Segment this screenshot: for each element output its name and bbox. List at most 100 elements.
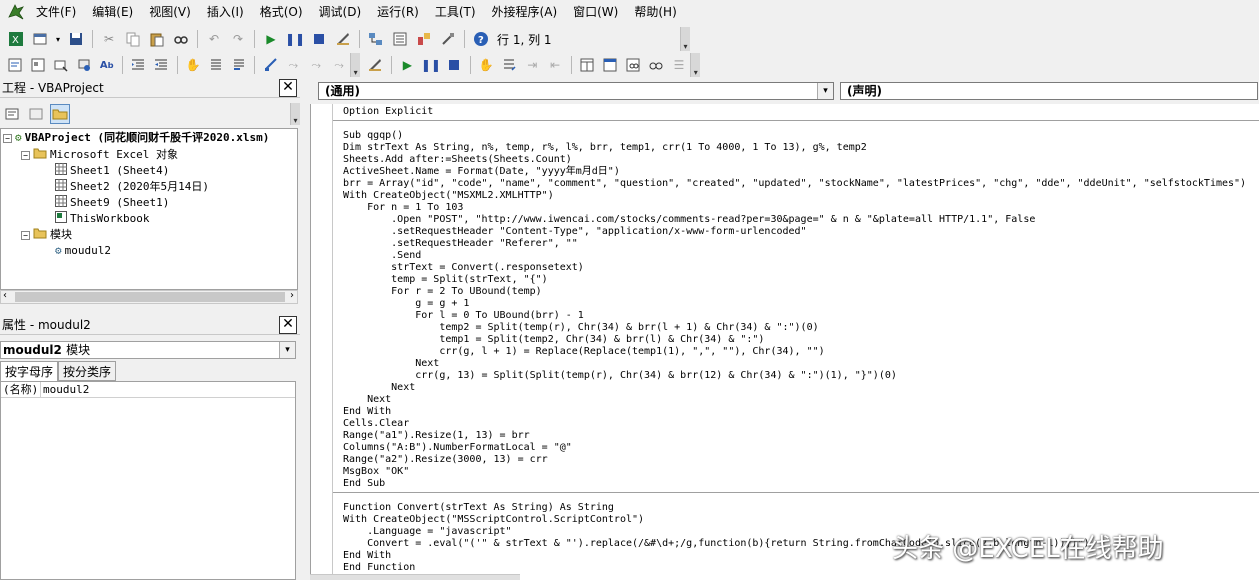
list-properties-icon[interactable] [6, 55, 25, 75]
menu-insert[interactable]: 插入(I) [199, 1, 252, 23]
tab-categorized[interactable]: 按分类序 [58, 361, 117, 381]
collapse-icon[interactable]: − [3, 133, 12, 143]
toggle-folders-icon[interactable] [50, 104, 70, 124]
menu-file[interactable]: 文件(F) [28, 1, 84, 23]
outdent-icon[interactable] [152, 55, 171, 75]
dropdown-arrow-icon[interactable]: ▾ [54, 29, 62, 49]
tree-row-excel-objects[interactable]: − Microsoft Excel 对象 [21, 147, 178, 163]
menu-debug[interactable]: 调试(D) [311, 1, 370, 23]
code-sub-qgqp[interactable]: Sub qgqp() Dim strText As String, n%, te… [343, 130, 1253, 490]
properties-object-select[interactable]: moudul2 模块 ▾ [0, 341, 296, 359]
next-bookmark-icon[interactable]: ⤳ [284, 55, 303, 75]
collapse-icon[interactable]: − [21, 230, 30, 240]
tree-row-module[interactable]: ⚙ moudul2 [55, 243, 111, 259]
object-browser-icon[interactable] [414, 29, 434, 49]
procedure-combo-value: (声明) [847, 84, 882, 98]
help-icon[interactable]: ? [471, 29, 491, 49]
debug-reset-icon[interactable] [445, 55, 464, 75]
design-mode-debug-icon[interactable] [366, 55, 385, 75]
menu-window[interactable]: 窗口(W) [565, 1, 626, 23]
project-close-icon[interactable]: ✕ [279, 79, 297, 97]
save-icon[interactable] [66, 29, 86, 49]
prop-value[interactable]: moudul2 [41, 382, 89, 397]
menu-run[interactable]: 运行(R) [369, 1, 427, 23]
procedure-combo[interactable]: (声明) [840, 82, 1258, 100]
indent-icon[interactable] [129, 55, 148, 75]
menu-format[interactable]: 格式(O) [252, 1, 311, 23]
design-mode-icon[interactable] [333, 29, 353, 49]
view-code-icon[interactable] [2, 104, 22, 124]
properties-window-icon[interactable] [390, 29, 410, 49]
reset-icon[interactable] [309, 29, 329, 49]
excel-view-icon[interactable]: X [6, 29, 26, 49]
prev-bookmark-icon[interactable]: ⤳ [307, 55, 326, 75]
view-object-icon[interactable] [26, 104, 46, 124]
watch-window-icon[interactable] [624, 55, 643, 75]
project-title-text: 工程 - VBAProject [2, 81, 104, 95]
menu-edit[interactable]: 编辑(E) [84, 1, 141, 23]
scroll-right-icon[interactable]: › [290, 290, 294, 301]
object-combo[interactable]: (通用) ▾ [318, 82, 834, 100]
toggle-bookmark-icon[interactable] [261, 55, 280, 75]
parameter-info-icon[interactable] [74, 55, 93, 75]
tree-row-sheet9[interactable]: Sheet9 (Sheet1) [55, 194, 169, 211]
insert-module-icon[interactable] [30, 29, 50, 49]
toggle-breakpoint-icon[interactable]: ✋ [184, 55, 203, 75]
find-icon[interactable] [171, 29, 191, 49]
redo-icon[interactable]: ↷ [228, 29, 248, 49]
module-icon: ⚙ [55, 244, 62, 257]
code-margin[interactable] [311, 104, 333, 580]
code-editor[interactable]: Option Explicit Sub qgqp() Dim strText A… [310, 104, 1259, 580]
debug-break-icon[interactable]: ❚❚ [421, 55, 441, 75]
chevron-down-icon[interactable]: ▾ [817, 83, 833, 99]
project-hscroll[interactable]: ‹ › [0, 290, 298, 304]
scroll-left-icon[interactable]: ‹ [3, 290, 7, 301]
code-declarations[interactable]: Option Explicit [343, 106, 1253, 118]
step-out-icon[interactable]: ⇤ [546, 55, 565, 75]
code-hscroll[interactable] [310, 574, 520, 580]
run-icon[interactable]: ▶ [261, 29, 281, 49]
chevron-down-icon[interactable]: ▾ [279, 342, 295, 358]
clear-bookmarks-icon[interactable]: ⤳ [330, 55, 349, 75]
copy-icon[interactable] [123, 29, 143, 49]
immediate-window-icon[interactable] [601, 55, 620, 75]
quick-watch-icon[interactable] [647, 55, 666, 75]
menu-view[interactable]: 视图(V) [141, 1, 199, 23]
tree-row-sheet2[interactable]: Sheet2 (2020年5月14日) [55, 178, 209, 195]
toolbox-icon[interactable] [438, 29, 458, 49]
workbook-icon [55, 210, 67, 228]
prop-row-name[interactable]: (名称) moudul2 [1, 382, 295, 398]
quick-info-icon[interactable] [52, 55, 71, 75]
properties-close-icon[interactable]: ✕ [279, 316, 297, 334]
menu-tools[interactable]: 工具(T) [427, 1, 484, 23]
project-explorer-icon[interactable] [366, 29, 386, 49]
scroll-thumb[interactable] [15, 292, 285, 302]
tree-row-root[interactable]: − ⚙ VBAProject (同花顺问财千股千评2020.xlsm) [3, 130, 269, 146]
break-icon[interactable]: ❚❚ [285, 29, 305, 49]
list-constants-icon[interactable] [29, 55, 48, 75]
debug-toolbar-grip-icon[interactable]: ▾ [690, 53, 701, 77]
step-into-icon[interactable] [500, 55, 519, 75]
tab-alphabetic[interactable]: 按字母序 [0, 361, 59, 381]
call-stack-icon[interactable]: ☰ [670, 55, 689, 75]
cut-icon[interactable]: ✂ [99, 29, 119, 49]
tree-row-sheet1[interactable]: Sheet1 (Sheet4) [55, 162, 169, 179]
tree-row-modules[interactable]: − 模块 [21, 227, 72, 243]
edit-toolbar-grip-icon[interactable]: ▾ [350, 53, 360, 77]
menu-help[interactable]: 帮助(H) [626, 1, 684, 23]
toolbar-grip-icon[interactable]: ▾ [680, 27, 690, 51]
step-over-icon[interactable]: ⇥ [523, 55, 542, 75]
menu-bar: 文件(F) 编辑(E) 视图(V) 插入(I) 格式(O) 调试(D) 运行(R… [0, 0, 1259, 24]
tree-row-thisworkbook[interactable]: ThisWorkbook [55, 210, 149, 228]
menu-addins[interactable]: 外接程序(A) [484, 1, 566, 23]
debug-run-icon[interactable]: ▶ [398, 55, 417, 75]
uncomment-block-icon[interactable] [229, 55, 248, 75]
comment-block-icon[interactable] [207, 55, 226, 75]
undo-icon[interactable]: ↶ [204, 29, 224, 49]
paste-icon[interactable] [147, 29, 167, 49]
project-toolbar-grip-icon[interactable]: ▾ [290, 103, 300, 125]
collapse-icon[interactable]: − [21, 150, 30, 160]
locals-window-icon[interactable] [578, 55, 597, 75]
complete-word-icon[interactable]: Ab [97, 55, 116, 75]
debug-breakpoint-icon[interactable]: ✋ [477, 55, 496, 75]
